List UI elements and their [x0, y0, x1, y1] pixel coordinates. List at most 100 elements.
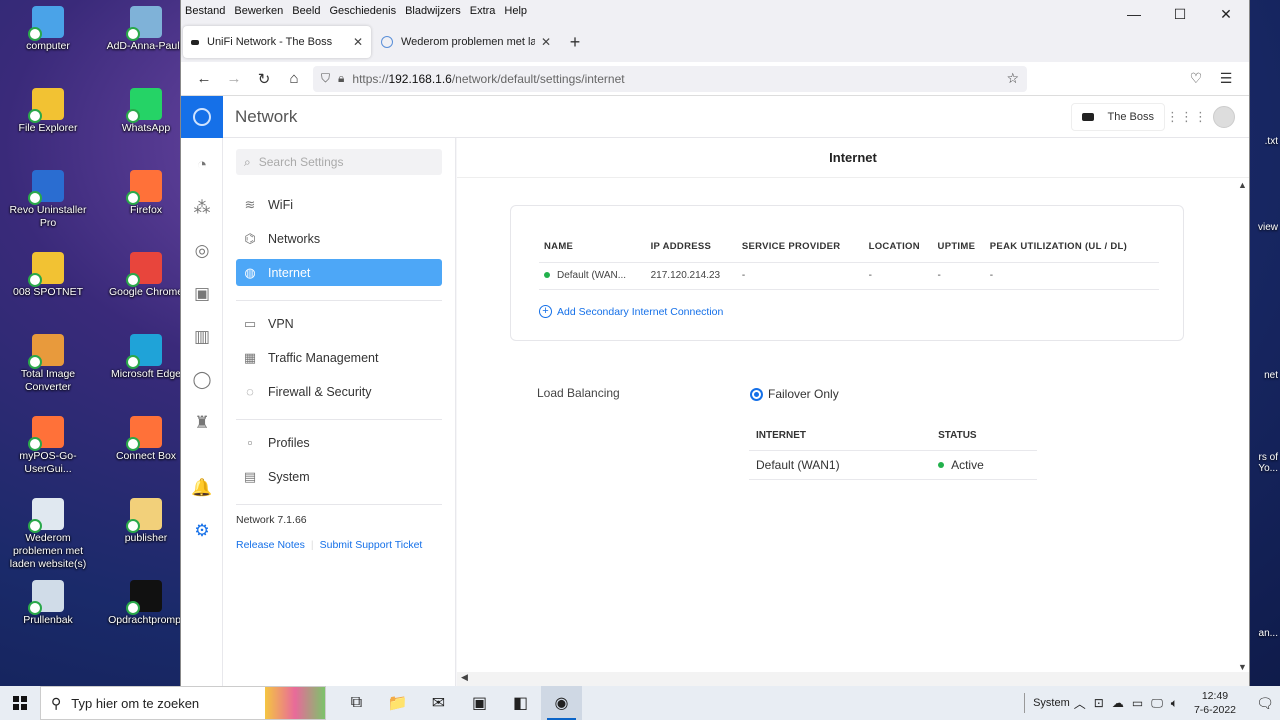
desktop-icon[interactable]: Microsoft Edge [100, 334, 192, 381]
reload-button[interactable]: ↻ [249, 70, 279, 88]
close-tab-icon[interactable]: ✕ [541, 35, 551, 49]
start-button[interactable] [0, 686, 40, 720]
shield-icon[interactable]: ⛉ [321, 71, 330, 86]
settings-nav-vpn[interactable]: ▭ VPN [236, 310, 442, 337]
firefox-icon[interactable]: ◉ [541, 686, 582, 720]
menu-bewerken[interactable]: Bewerken [234, 5, 283, 17]
statistics-icon[interactable]: ▥ [181, 315, 223, 358]
minimize-button[interactable]: — [1111, 0, 1157, 28]
desktop-snippet[interactable]: rs of Yo... [1250, 452, 1280, 474]
console-selector[interactable]: The Boss [1070, 102, 1165, 131]
support-ticket-link[interactable]: Submit Support Ticket [320, 539, 423, 551]
insights-icon[interactable]: ◯ [181, 358, 223, 401]
home-button[interactable]: ⌂ [279, 70, 309, 87]
desktop-icon[interactable]: myPOS-Go-UserGui... [2, 416, 94, 476]
desktop-icon[interactable]: File Explorer [2, 88, 94, 135]
menu-beeld[interactable]: Beeld [292, 5, 320, 17]
network-icon[interactable]: ⊡ [1094, 696, 1104, 710]
notification-center-icon[interactable]: 🗨︎ [1250, 686, 1280, 720]
desktop-icon[interactable]: Google Chrome [100, 252, 192, 299]
scroll-up-icon[interactable]: ▲ [1238, 180, 1247, 190]
search-input[interactable] [258, 155, 429, 169]
settings-nav-internet[interactable]: ◍ Internet [236, 259, 442, 286]
vertical-scrollbar[interactable]: ▲ ▼ [1235, 178, 1249, 686]
maximize-button[interactable]: ☐ [1157, 0, 1203, 28]
horizontal-scrollbar[interactable]: ◀ [457, 672, 1249, 686]
menu-extra[interactable]: Extra [470, 5, 496, 17]
desktop-icon[interactable]: 008 SPOTNET [2, 252, 94, 299]
dashboard-icon[interactable]: ◔ [181, 143, 223, 186]
desktop-icon[interactable]: Firefox [100, 170, 192, 217]
desktop-icon[interactable]: Connect Box [100, 416, 192, 463]
bookmark-star-icon[interactable]: ☆ [1006, 70, 1019, 87]
app-grid-icon[interactable]: ⋮⋮⋮ [1165, 110, 1209, 123]
settings-nav-system[interactable]: ▤ System [236, 463, 442, 490]
devices-icon[interactable]: ◎ [181, 229, 223, 272]
close-tab-icon[interactable]: ✕ [353, 35, 363, 49]
scroll-left-icon[interactable]: ◀ [461, 672, 468, 683]
outlook-icon[interactable]: ◧ [500, 686, 541, 720]
tray-system-label[interactable]: System [1033, 697, 1070, 709]
tab-unifi[interactable]: UniFi Network - The Boss ✕ [183, 26, 371, 58]
settings-icon[interactable]: ⚙ [181, 509, 223, 552]
desktop-icon[interactable]: Revo Uninstaller Pro [2, 170, 94, 230]
system-log-icon[interactable]: ♜ [181, 401, 223, 444]
desktop-icon[interactable]: Total Image Converter [2, 334, 94, 394]
desktop-icon[interactable]: publisher [100, 498, 192, 545]
desktop-icon[interactable]: Opdrachtprompt [100, 580, 192, 627]
menu-geschiedenis[interactable]: Geschiedenis [329, 5, 396, 17]
clock[interactable]: 12:49 7-6-2022 [1194, 689, 1236, 717]
desktop-icon[interactable]: Wederom problemen met laden website(s) [2, 498, 94, 571]
settings-nav-networks[interactable]: ⌬ Networks [236, 225, 442, 252]
address-bar[interactable]: ⛉ 🔒︎ https:// 192.168.1.6 /network/defau… [313, 65, 1027, 92]
menu-help[interactable]: Help [504, 5, 527, 17]
table-row[interactable]: Default (WAN... 217.120.214.23 - - - - [539, 262, 1159, 290]
desktop-icon[interactable]: WhatsApp [100, 88, 192, 135]
settings-nav-wifi[interactable]: ≋ WiFi [236, 191, 442, 218]
release-notes-link[interactable]: Release Notes [236, 539, 305, 551]
display-icon[interactable]: 🖵︎ [1151, 696, 1163, 711]
desktop-snippet[interactable]: net [1250, 370, 1280, 381]
column-header: INTERNET [749, 422, 932, 451]
task-view-icon[interactable]: ⧉ [336, 686, 377, 720]
settings-search[interactable]: ⌕ [236, 149, 442, 175]
taskbar-search[interactable]: ⚲ Typ hier om te zoeken [40, 686, 326, 720]
office-icon[interactable]: ▣ [459, 686, 500, 720]
desktop-icon[interactable]: Prullenbak [2, 580, 94, 627]
settings-nav-profiles[interactable]: ▫ Profiles [236, 429, 442, 456]
desktop-snippet[interactable]: .txt [1250, 136, 1280, 147]
desktop-snippet[interactable]: an... [1250, 628, 1280, 639]
settings-nav-traffic-management[interactable]: ▦ Traffic Management [236, 344, 442, 371]
file-explorer-icon[interactable]: 📁 [377, 686, 418, 720]
alerts-icon[interactable]: 🔔 [181, 466, 223, 509]
pocket-icon[interactable]: ♡ [1181, 70, 1211, 87]
lock-icon[interactable]: 🔒︎ [338, 71, 344, 86]
close-window-button[interactable]: ✕ [1203, 0, 1249, 28]
battery-icon[interactable]: ▭ [1132, 696, 1143, 710]
tab-wederom[interactable]: Wederom problemen met laden ✕ [373, 26, 559, 58]
avatar[interactable] [1213, 105, 1235, 128]
desktop-icon[interactable]: AdD-Anna-Paulo [100, 6, 192, 53]
new-tab-button[interactable]: + [561, 32, 589, 53]
clients-icon[interactable]: ▣ [181, 272, 223, 315]
menu-bladwijzers[interactable]: Bladwijzers [405, 5, 461, 17]
table-row[interactable]: Default (WAN1) Active [749, 450, 1037, 480]
desktop-snippet[interactable]: view [1250, 222, 1280, 233]
hamburger-menu-icon[interactable]: ☰ [1211, 70, 1241, 87]
failover-only-radio[interactable]: Failover Only [750, 387, 839, 401]
add-secondary-connection-link[interactable]: + Add Secondary Internet Connection [539, 305, 723, 318]
chevron-up-icon[interactable]: ︿ [1074, 695, 1086, 712]
cloud-icon[interactable]: ☁ [1112, 696, 1124, 710]
desktop-icon[interactable]: computer [2, 6, 94, 53]
forward-button[interactable]: → [219, 70, 249, 87]
settings-nav-firewall-security[interactable]: ◌ Firewall & Security [236, 378, 442, 405]
topology-icon[interactable]: ⁂ [181, 186, 223, 229]
volume-icon[interactable]: 🔈︎ [1171, 696, 1178, 711]
unifi-logo-icon[interactable] [181, 95, 223, 138]
scroll-down-icon[interactable]: ▼ [1238, 662, 1247, 672]
back-button[interactable]: ← [189, 70, 219, 87]
page-favicon-icon [381, 36, 393, 48]
menu-bestand[interactable]: Bestand [185, 5, 225, 17]
mail-icon[interactable]: ✉ [418, 686, 459, 720]
nav-item-label: VPN [268, 316, 294, 331]
